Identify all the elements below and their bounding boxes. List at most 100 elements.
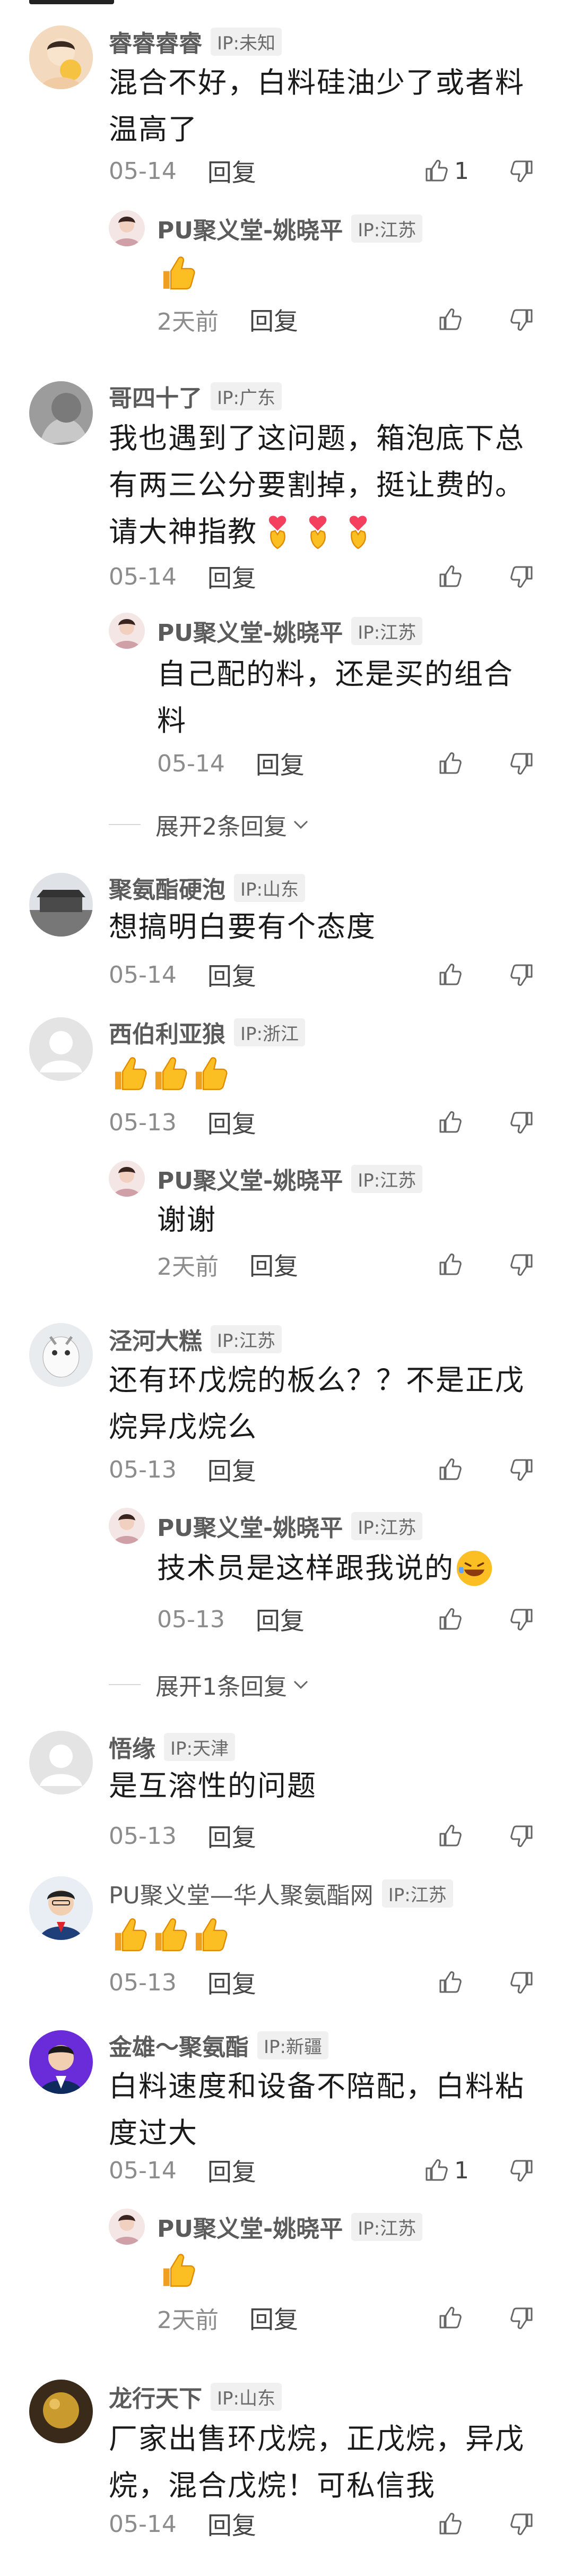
like-button[interactable] xyxy=(437,1967,463,1998)
dislike-button[interactable] xyxy=(509,1967,535,1998)
thumbs-down-outline-icon xyxy=(509,1457,535,1482)
username[interactable]: 泾河大糕 xyxy=(109,1322,202,1356)
avatar[interactable] xyxy=(29,873,93,937)
avatar[interactable] xyxy=(29,2380,93,2443)
like-button[interactable]: 1 xyxy=(423,2154,469,2186)
reply-button[interactable]: 回复 xyxy=(207,559,256,594)
reply-username[interactable]: PU聚义堂-姚晓平 xyxy=(157,614,343,648)
username[interactable]: 睿睿睿睿 xyxy=(109,24,202,58)
reply-button[interactable]: 回复 xyxy=(249,302,298,337)
thumbs-up-outline-icon xyxy=(437,1970,463,1995)
avatar[interactable] xyxy=(29,1731,93,1794)
like-button[interactable] xyxy=(437,1249,463,1281)
finger-heart-emoji-icon xyxy=(338,511,378,553)
like-button[interactable] xyxy=(437,959,463,991)
comment-date: 05-14 xyxy=(109,2157,177,2184)
reply-header: PU聚义堂-姚晓平 IP:江苏 xyxy=(157,1162,423,1196)
avatar[interactable] xyxy=(29,1017,93,1081)
comment-line: 是互溶性的问题 xyxy=(109,1769,317,1802)
dislike-button[interactable] xyxy=(509,1106,535,1138)
like-button[interactable] xyxy=(437,561,463,593)
dislike-button[interactable] xyxy=(509,959,535,991)
avatar[interactable] xyxy=(29,1323,93,1387)
top-scroll-indicator xyxy=(29,0,114,4)
thumbs-up-outline-icon xyxy=(437,564,463,589)
reply-button[interactable]: 回复 xyxy=(207,1965,256,2000)
comment-line: 想搞明白要有个态度 xyxy=(109,910,376,943)
dislike-button[interactable] xyxy=(509,1820,535,1852)
like-button[interactable]: 1 xyxy=(423,155,469,187)
reply-button[interactable]: 回复 xyxy=(207,153,256,188)
laughing-emoji-icon xyxy=(454,1547,494,1590)
reply-avatar[interactable] xyxy=(109,1161,145,1197)
reply-button[interactable]: 回复 xyxy=(256,746,305,781)
comment-header: 西伯利亚狼 IP:浙江 xyxy=(109,1016,305,1048)
username[interactable]: 西伯利亚狼 xyxy=(109,1015,225,1049)
dislike-button[interactable] xyxy=(509,2154,535,2186)
reply-button[interactable]: 回复 xyxy=(207,2153,256,2188)
comment-line: 请大神指教 xyxy=(109,515,257,548)
dislike-button[interactable] xyxy=(509,155,535,187)
reply-avatar[interactable] xyxy=(109,613,145,649)
reply-button[interactable]: 回复 xyxy=(207,2506,256,2541)
reply-username[interactable]: PU聚义堂-姚晓平 xyxy=(157,1509,343,1543)
username[interactable]: 金雄～聚氨酯 xyxy=(109,2028,249,2062)
reply-button[interactable]: 回复 xyxy=(207,1818,256,1853)
comment-emoji-row xyxy=(109,1913,230,1955)
reply-username[interactable]: PU聚义堂-姚晓平 xyxy=(157,2210,343,2244)
username[interactable]: 龙行天下 xyxy=(109,2380,202,2414)
comment-meta: 05-13 回复 xyxy=(109,1454,256,1486)
dislike-button[interactable] xyxy=(509,561,535,593)
reply-button[interactable]: 回复 xyxy=(249,1247,298,1282)
thumbs-up-emoji-icon xyxy=(189,1913,230,1955)
reply-button[interactable]: 回复 xyxy=(207,1105,256,1140)
avatar[interactable] xyxy=(29,381,93,445)
reply-date: 05-14 xyxy=(157,750,225,777)
reply-header: PU聚义堂-姚晓平 IP:江苏 xyxy=(157,211,423,245)
username[interactable]: 哥四十了 xyxy=(109,379,202,413)
like-button[interactable] xyxy=(437,1106,463,1138)
dislike-button[interactable] xyxy=(509,748,535,779)
reply-button[interactable]: 回复 xyxy=(256,1602,305,1637)
username[interactable]: PU聚义堂—华人聚氨酯网 xyxy=(109,1876,374,1910)
like-button[interactable] xyxy=(437,748,463,779)
like-button[interactable] xyxy=(437,1820,463,1852)
reply-avatar[interactable] xyxy=(109,1508,145,1544)
comment-meta: 05-14 回复 xyxy=(109,155,256,187)
dislike-button[interactable] xyxy=(509,1603,535,1635)
dislike-button[interactable] xyxy=(509,2302,535,2334)
reply-header: PU聚义堂-姚晓平 IP:江苏 xyxy=(157,614,423,648)
thumbs-up-outline-icon xyxy=(437,1607,463,1632)
dislike-button[interactable] xyxy=(509,304,535,336)
comment-emoji-row xyxy=(109,1052,230,1094)
like-button[interactable] xyxy=(437,304,463,336)
expand-replies-button[interactable]: 展开1条回复 xyxy=(109,1666,311,1703)
dislike-button[interactable] xyxy=(509,1249,535,1281)
like-button[interactable] xyxy=(437,2302,463,2334)
reply-avatar[interactable] xyxy=(109,2209,145,2245)
thumbs-up-emoji-icon xyxy=(157,2249,197,2290)
dislike-button[interactable] xyxy=(509,2508,535,2540)
reply-button[interactable]: 回复 xyxy=(207,1452,256,1487)
avatar[interactable] xyxy=(29,2030,93,2094)
expand-replies-button[interactable]: 展开2条回复 xyxy=(109,806,311,843)
avatar[interactable] xyxy=(29,1876,93,1940)
like-button[interactable] xyxy=(437,2508,463,2540)
like-button[interactable] xyxy=(437,1454,463,1486)
dislike-button[interactable] xyxy=(509,1454,535,1486)
avatar[interactable] xyxy=(29,25,93,89)
reply-button[interactable]: 回复 xyxy=(207,957,256,992)
like-button[interactable] xyxy=(437,1603,463,1635)
reply-avatar[interactable] xyxy=(109,210,145,246)
comment-header: 泾河大糕 IP:江苏 xyxy=(109,1323,282,1355)
reply-username[interactable]: PU聚义堂-姚晓平 xyxy=(157,211,343,245)
username[interactable]: 聚氨酯硬泡 xyxy=(109,871,225,905)
comment-text: 混合不好，白料硅油少了或者料 温高了 xyxy=(109,59,544,153)
reply-button[interactable]: 回复 xyxy=(249,2300,298,2335)
comment-date: 05-13 xyxy=(109,1969,177,1996)
username[interactable]: 悟缘 xyxy=(109,1730,155,1764)
chevron-down-icon xyxy=(293,1680,308,1689)
reply-username[interactable]: PU聚义堂-姚晓平 xyxy=(157,1162,343,1196)
thumbs-down-outline-icon xyxy=(509,1970,535,1995)
thumbs-up-emoji-icon xyxy=(189,1052,230,1094)
